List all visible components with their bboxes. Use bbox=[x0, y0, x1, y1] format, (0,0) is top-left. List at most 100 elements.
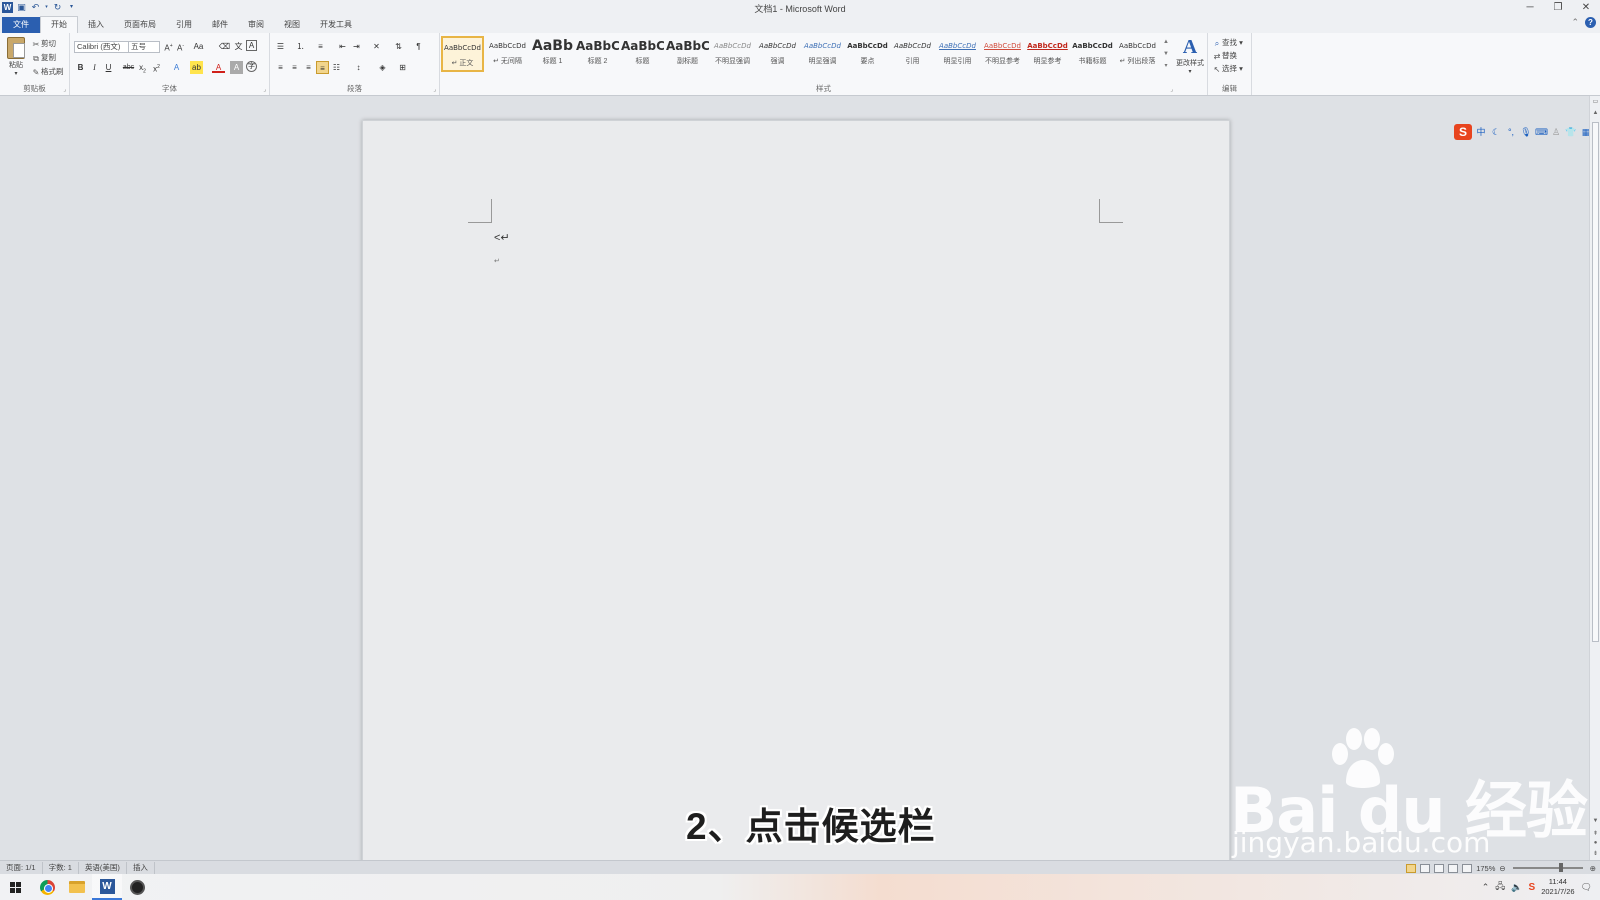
justify-icon[interactable]: ≡ bbox=[316, 61, 329, 74]
paragraph-launcher-icon[interactable]: ⌟ bbox=[433, 86, 436, 93]
change-styles-button[interactable]: A 更改样式 ▾ bbox=[1174, 36, 1206, 75]
highlight-color-icon[interactable]: ab bbox=[190, 61, 203, 74]
undo-icon[interactable]: ↶ bbox=[30, 2, 41, 13]
style-intense-quote[interactable]: AaBbCcDd 明显引用 bbox=[936, 36, 979, 72]
style-strong[interactable]: AaBbCcDd 要点 bbox=[846, 36, 889, 72]
strikethrough-icon[interactable]: abc bbox=[122, 61, 135, 74]
skin-icon[interactable]: 👕 bbox=[1565, 126, 1577, 138]
start-button[interactable] bbox=[0, 874, 30, 900]
outline-view-icon[interactable] bbox=[1448, 863, 1459, 873]
style-quote[interactable]: AaBbCcDd 引用 bbox=[891, 36, 934, 72]
bold-icon[interactable]: B bbox=[74, 61, 87, 74]
borders-icon[interactable]: ⊞ bbox=[396, 61, 409, 74]
taskbar-word[interactable]: W bbox=[92, 874, 122, 900]
document-text[interactable]: <↵ bbox=[494, 231, 510, 244]
redo-icon[interactable]: ↻ bbox=[52, 2, 63, 13]
tab-home[interactable]: 开始 bbox=[40, 16, 78, 33]
gallery-down-icon[interactable]: ▼ bbox=[1162, 48, 1170, 60]
draft-view-icon[interactable] bbox=[1462, 863, 1473, 873]
browse-object-icon[interactable]: ● bbox=[1590, 840, 1600, 846]
clock[interactable]: 11:44 2021/7/26 bbox=[1541, 877, 1574, 897]
numbering-icon[interactable]: ⒈ bbox=[294, 40, 307, 53]
multilevel-list-icon[interactable]: ≡ bbox=[314, 40, 327, 53]
close-button[interactable]: ✕ bbox=[1572, 0, 1600, 15]
clear-formatting-icon[interactable]: ⌫ bbox=[218, 40, 231, 53]
language-indicator[interactable]: 英语(美国) bbox=[79, 861, 127, 874]
taskbar-obs[interactable] bbox=[122, 874, 152, 900]
decrease-indent-icon[interactable]: ⇤ bbox=[336, 40, 349, 53]
zoom-in-icon[interactable]: ⊕ bbox=[1590, 864, 1596, 873]
tab-file[interactable]: 文件 bbox=[2, 17, 40, 33]
style-book-title[interactable]: AaBbCcDd 书籍标题 bbox=[1071, 36, 1114, 72]
clipboard-launcher-icon[interactable]: ⌟ bbox=[63, 86, 66, 93]
scroll-thumb[interactable] bbox=[1592, 122, 1599, 642]
increase-indent-icon[interactable]: ⇥ bbox=[350, 40, 363, 53]
tab-developer[interactable]: 开发工具 bbox=[310, 17, 362, 33]
tab-references[interactable]: 引用 bbox=[166, 17, 202, 33]
style-intense-reference[interactable]: AaBbCcDd 明显参考 bbox=[1026, 36, 1069, 72]
tab-page-layout[interactable]: 页面布局 bbox=[114, 17, 166, 33]
restore-button[interactable]: ❐ bbox=[1544, 0, 1572, 15]
style-heading-2[interactable]: AaBbC 标题 2 bbox=[576, 36, 619, 72]
style-list-paragraph[interactable]: AaBbCcDd ↵ 列出段落 bbox=[1116, 36, 1159, 72]
find-button[interactable]: ⌕ 查找 ▾ bbox=[1212, 37, 1243, 48]
taskbar-chrome[interactable] bbox=[32, 874, 62, 900]
keyboard-icon[interactable]: ⌨ bbox=[1535, 126, 1548, 138]
distributed-icon[interactable]: ☷ bbox=[330, 61, 343, 74]
next-page-icon[interactable]: ⇟ bbox=[1590, 850, 1600, 857]
style-no-spacing[interactable]: AaBbCcDd ↵ 无间隔 bbox=[486, 36, 529, 72]
show-marks-icon[interactable]: ¶ bbox=[412, 40, 425, 53]
character-border-icon[interactable]: A bbox=[246, 40, 257, 51]
gallery-up-icon[interactable]: ▲ bbox=[1162, 36, 1170, 48]
font-name-select[interactable]: Calibri (西文) bbox=[74, 41, 130, 53]
tab-review[interactable]: 审阅 bbox=[238, 17, 274, 33]
word-app-icon[interactable]: W bbox=[2, 2, 13, 13]
replace-button[interactable]: ⇄ 替换 bbox=[1212, 50, 1237, 61]
superscript-icon[interactable]: x2 bbox=[150, 61, 163, 74]
styles-gallery-scroll[interactable]: ▲ ▼ ▾ bbox=[1162, 36, 1170, 72]
moon-icon[interactable]: ☾ bbox=[1490, 126, 1502, 138]
change-case-icon[interactable]: Aa bbox=[192, 40, 205, 53]
print-layout-icon[interactable] bbox=[1406, 863, 1417, 873]
paste-button[interactable]: 粘贴 ▾ bbox=[5, 37, 27, 77]
scroll-down-icon[interactable]: ▼ bbox=[1590, 818, 1600, 824]
shrink-font-icon[interactable]: A- bbox=[174, 40, 187, 53]
tab-mailings[interactable]: 邮件 bbox=[202, 17, 238, 33]
zoom-slider[interactable] bbox=[1512, 863, 1583, 872]
italic-icon[interactable]: I bbox=[88, 61, 101, 74]
enclose-characters-icon[interactable]: 字 bbox=[246, 61, 257, 72]
subscript-icon[interactable]: x2 bbox=[136, 61, 149, 75]
style-subtle-emphasis[interactable]: AaBbCcDd 不明显强调 bbox=[711, 36, 754, 72]
help-icon[interactable]: ? bbox=[1585, 17, 1596, 28]
paste-dropdown-icon[interactable]: ▾ bbox=[5, 70, 27, 77]
font-color-icon[interactable]: A bbox=[212, 61, 225, 73]
align-center-icon[interactable]: ≡ bbox=[288, 61, 301, 74]
cut-button[interactable]: ✂ 剪切 bbox=[31, 38, 56, 49]
style-title[interactable]: AaBbC 标题 bbox=[621, 36, 664, 72]
align-left-icon[interactable]: ≡ bbox=[274, 61, 287, 74]
word-count[interactable]: 字数: 1 bbox=[43, 861, 79, 874]
styles-launcher-icon[interactable]: ⌟ bbox=[1170, 86, 1173, 93]
gallery-more-icon[interactable]: ▾ bbox=[1162, 60, 1170, 72]
web-layout-icon[interactable] bbox=[1434, 863, 1445, 873]
save-icon[interactable]: ▣ bbox=[16, 2, 27, 13]
insert-mode-indicator[interactable]: 插入 bbox=[127, 861, 155, 874]
select-button[interactable]: ↖ 选择 ▾ bbox=[1212, 63, 1243, 74]
chinese-layout-icon[interactable]: ✕ bbox=[370, 40, 383, 53]
font-size-select[interactable]: 五号 bbox=[128, 41, 160, 53]
minimize-button[interactable]: ─ bbox=[1516, 0, 1544, 15]
format-painter-button[interactable]: ✎ 格式刷 bbox=[31, 66, 64, 77]
sogou-tray-icon[interactable]: S bbox=[1529, 882, 1536, 893]
font-launcher-icon[interactable]: ⌟ bbox=[263, 86, 266, 93]
tab-view[interactable]: 视图 bbox=[274, 17, 310, 33]
document-page[interactable]: <↵ ↵ bbox=[362, 120, 1230, 864]
tray-chevron-icon[interactable]: ⌃ bbox=[1482, 882, 1490, 893]
taskbar-file-explorer[interactable] bbox=[62, 874, 92, 900]
customize-qat-icon[interactable]: ▾ bbox=[66, 2, 77, 13]
minimize-ribbon-icon[interactable]: ⌃ bbox=[1571, 17, 1579, 28]
shading-icon[interactable]: ◈ bbox=[376, 61, 389, 74]
sogou-logo-icon[interactable]: S bbox=[1454, 124, 1472, 140]
previous-page-icon[interactable]: ⇞ bbox=[1590, 830, 1600, 837]
user-icon[interactable]: ♙ bbox=[1550, 126, 1562, 138]
style-heading-1[interactable]: AaBb 标题 1 bbox=[531, 36, 574, 72]
